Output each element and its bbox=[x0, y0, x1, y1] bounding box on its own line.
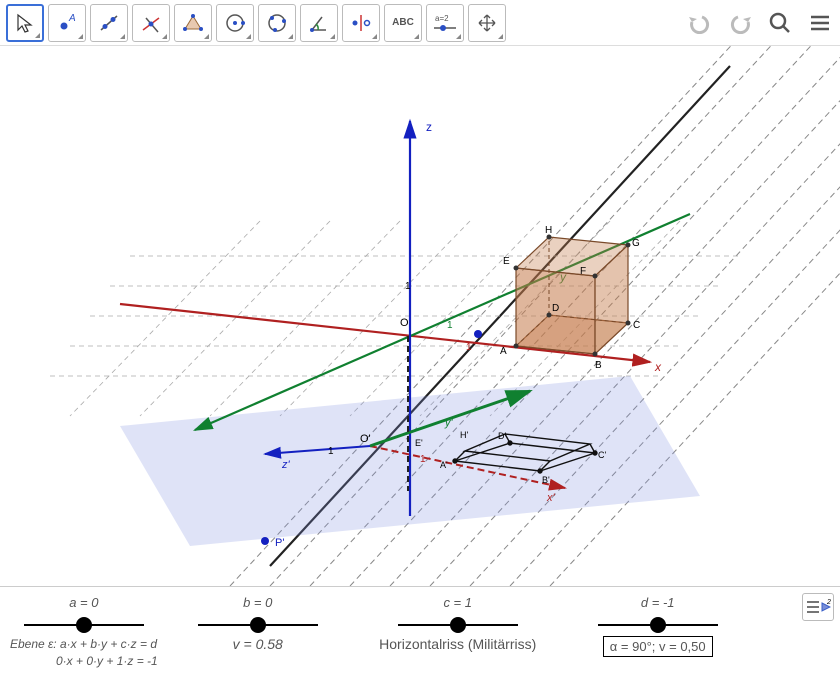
point-P[interactable] bbox=[261, 537, 269, 545]
xy-grid bbox=[50, 221, 740, 416]
algebra-view: a = 0 Ebene ε: a·x + b·y + c·z = d 0·x +… bbox=[0, 586, 840, 690]
pt-E2: E' bbox=[415, 438, 423, 448]
pt-C: C bbox=[633, 320, 640, 331]
slider-d[interactable] bbox=[598, 624, 718, 626]
slider-tool[interactable]: a=2 bbox=[426, 4, 464, 42]
pan-tool[interactable] bbox=[468, 4, 506, 42]
z2-tick: 1 bbox=[328, 446, 334, 457]
slider-b-block: b = 0 v = 0.58 bbox=[188, 595, 328, 652]
slider-a-label: a = 0 bbox=[69, 595, 98, 610]
graphics3d-view[interactable]: z x y O 1 1 1 O' x' y' z' 1 1 A B C D E … bbox=[0, 46, 840, 586]
z2-axis-label: z' bbox=[281, 459, 291, 471]
pt-B: B bbox=[595, 360, 602, 371]
svg-text:a=2: a=2 bbox=[435, 14, 449, 23]
pt-E: E bbox=[503, 256, 510, 267]
slider-d-block: d = -1 α = 90°; v = 0,50 bbox=[588, 595, 728, 657]
slider-b[interactable] bbox=[198, 624, 318, 626]
slider-a[interactable] bbox=[24, 624, 144, 626]
redo-button[interactable] bbox=[726, 9, 754, 37]
pt-D: D bbox=[552, 303, 559, 314]
z-tick: 1 bbox=[405, 281, 411, 292]
x-axis-label: x bbox=[654, 360, 662, 374]
x2-tick: 1 bbox=[420, 454, 426, 465]
undo-button[interactable] bbox=[686, 9, 714, 37]
origin2-label: O' bbox=[360, 433, 371, 445]
slider-a-block: a = 0 Ebene ε: a·x + b·y + c·z = d 0·x +… bbox=[10, 595, 158, 670]
search-button[interactable] bbox=[766, 9, 794, 37]
slider-c[interactable] bbox=[398, 624, 518, 626]
menu-button[interactable] bbox=[806, 9, 834, 37]
main-toolbar: A ABC a=2 bbox=[0, 0, 840, 46]
pt-H2: H' bbox=[460, 430, 468, 440]
pt-G: G bbox=[632, 238, 640, 249]
text-tool[interactable]: ABC bbox=[384, 4, 422, 42]
perp-tool[interactable] bbox=[132, 4, 170, 42]
slider-c-label: c = 1 bbox=[443, 595, 472, 610]
slider-b-label: b = 0 bbox=[243, 595, 272, 610]
ebene-line2: 0·x + 0·y + 1·z = -1 bbox=[56, 654, 158, 668]
pt-A: A bbox=[500, 346, 507, 357]
move-tool[interactable] bbox=[6, 4, 44, 42]
point-blue-1[interactable] bbox=[474, 330, 482, 338]
pt-H: H bbox=[545, 225, 552, 236]
x2-axis-label: x' bbox=[546, 492, 556, 504]
cube bbox=[514, 235, 631, 357]
angle-tool[interactable] bbox=[300, 4, 338, 42]
line-tool[interactable] bbox=[90, 4, 128, 42]
pt-D2: D' bbox=[498, 431, 506, 441]
y2-axis-label: y' bbox=[444, 417, 454, 429]
svg-text:2: 2 bbox=[826, 599, 831, 606]
v-value: v = 0.58 bbox=[233, 636, 283, 652]
z-axis-label: z bbox=[426, 120, 432, 134]
reflect-tool[interactable] bbox=[342, 4, 380, 42]
origin-label: O bbox=[400, 317, 409, 329]
param-box: α = 90°; v = 0,50 bbox=[603, 636, 713, 657]
circle-tool[interactable] bbox=[216, 4, 254, 42]
ebene-line1: a·x + b·y + c·z = d bbox=[60, 637, 157, 651]
x-tick: 1 bbox=[466, 342, 472, 353]
pt-B2: B' bbox=[542, 475, 550, 485]
polygon-tool[interactable] bbox=[174, 4, 212, 42]
projection-name: Horizontalriss (Militärriss) bbox=[379, 636, 536, 652]
pt-C2: C' bbox=[598, 450, 606, 460]
pt-P-label: P' bbox=[275, 537, 284, 549]
ellipse-tool[interactable] bbox=[258, 4, 296, 42]
ebene-title: Ebene ε: bbox=[10, 637, 57, 651]
point-tool[interactable]: A bbox=[48, 4, 86, 42]
slider-d-label: d = -1 bbox=[641, 595, 675, 610]
algebra-properties-toggle[interactable]: 2 bbox=[802, 593, 834, 621]
svg-text:A: A bbox=[68, 13, 76, 24]
pt-A2: A' bbox=[440, 460, 448, 470]
slider-c-block: c = 1 Horizontalriss (Militärriss) bbox=[358, 595, 558, 652]
pt-F: F bbox=[580, 266, 586, 277]
y-tick: 1 bbox=[447, 320, 453, 331]
